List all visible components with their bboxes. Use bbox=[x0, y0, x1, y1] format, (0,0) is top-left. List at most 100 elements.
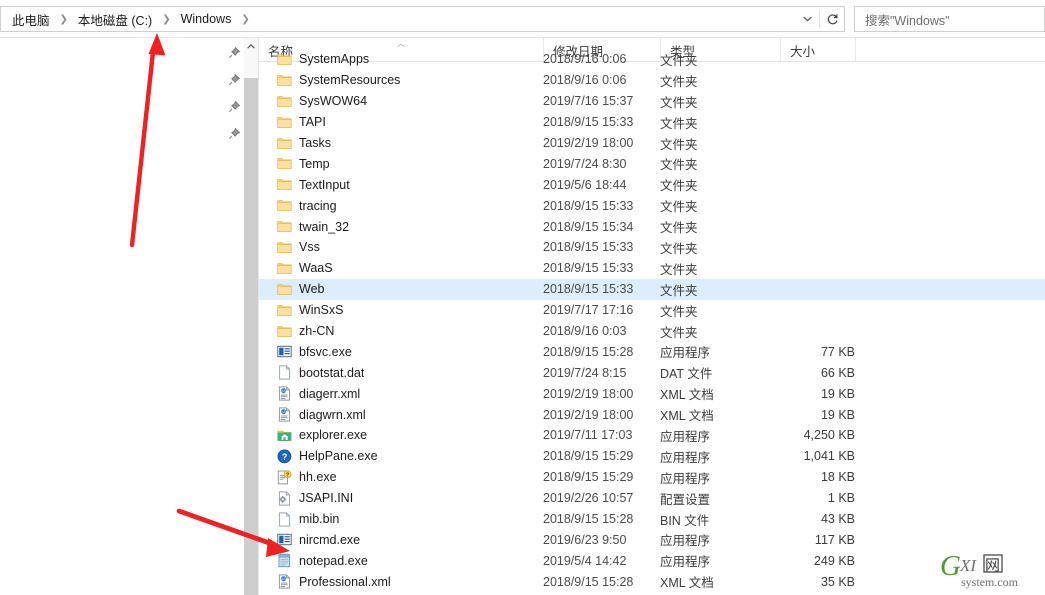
file-name-label: zh-CN bbox=[299, 324, 335, 339]
file-size-cell: 43 KB bbox=[820, 512, 855, 527]
scrollbar-track[interactable] bbox=[244, 55, 258, 78]
file-name-cell[interactable]: WinSxS bbox=[277, 300, 542, 321]
file-type-cell: 文件夹 bbox=[660, 116, 698, 131]
svg-text:</>: </> bbox=[282, 577, 287, 581]
file-name-cell[interactable]: ? HelpPane.exe bbox=[277, 446, 542, 467]
table-row[interactable]: Tasks 2019/2/19 18:00 文件夹 bbox=[259, 133, 1045, 154]
table-row[interactable]: explorer.exe 2019/7/11 17:03 应用程序 4,250 KB bbox=[259, 425, 1045, 446]
date-modified-cell: 2019/5/4 14:42 bbox=[543, 553, 627, 568]
table-row[interactable]: JSAPI.INI 2019/2/26 10:57 配置设置 1 KB bbox=[259, 488, 1045, 509]
table-row[interactable]: twain_32 2018/9/15 15:34 文件夹 bbox=[259, 216, 1045, 237]
folder-icon bbox=[277, 219, 292, 234]
chevron-down-icon[interactable] bbox=[795, 7, 819, 31]
file-name-cell[interactable]: </> Professional.xml bbox=[277, 571, 542, 592]
file-type-cell: BIN 文件 bbox=[660, 513, 710, 528]
file-name-cell[interactable]: WaaS bbox=[277, 258, 542, 279]
table-row[interactable]: bootstat.dat 2019/7/24 8:15 DAT 文件 66 KB bbox=[259, 362, 1045, 383]
file-name-cell[interactable]: Vss bbox=[277, 237, 542, 258]
table-row[interactable]: TextInput 2019/5/6 18:44 文件夹 bbox=[259, 174, 1045, 195]
file-name-cell[interactable]: SysWOW64 bbox=[277, 91, 542, 112]
table-row[interactable]: nircmd.exe 2019/6/23 9:50 应用程序 117 KB bbox=[259, 529, 1045, 550]
file-name-cell[interactable]: tracing bbox=[277, 195, 542, 216]
file-type-cell: 应用程序 bbox=[660, 534, 711, 549]
scrollbar-thumb[interactable] bbox=[244, 78, 258, 595]
date-modified-cell: 2018/9/16 0:06 bbox=[543, 73, 627, 88]
file-name-cell[interactable]: SystemResources bbox=[277, 70, 542, 91]
table-row[interactable]: Vss 2018/9/15 15:33 文件夹 bbox=[259, 237, 1045, 258]
table-row[interactable]: TAPI 2018/9/15 15:33 文件夹 bbox=[259, 112, 1045, 133]
refresh-icon[interactable] bbox=[820, 7, 844, 31]
address-bar-field[interactable]: 此电脑 ❯ 本地磁盘 (C:) ❯ Windows ❯ bbox=[0, 6, 845, 32]
file-name-cell[interactable]: </> diagwrn.xml bbox=[277, 404, 542, 425]
file-name-cell[interactable]: Tasks bbox=[277, 133, 542, 154]
folder-icon bbox=[277, 136, 292, 151]
table-row[interactable]: Web 2018/9/15 15:33 文件夹 bbox=[259, 278, 1045, 300]
date-modified-cell: 2019/6/23 9:50 bbox=[543, 532, 627, 547]
file-name-cell[interactable]: SystemApps bbox=[277, 49, 542, 70]
file-name-cell[interactable]: zh-CN bbox=[277, 321, 542, 342]
file-name-cell[interactable]: notepad.exe bbox=[277, 550, 542, 571]
file-size-cell: 77 KB bbox=[820, 344, 855, 359]
xml-file-icon: </> bbox=[277, 574, 292, 589]
table-row[interactable]: SystemApps 2018/9/16 0:06 文件夹 bbox=[259, 49, 1045, 70]
breadcrumb-separator-icon: ❯ bbox=[241, 13, 250, 25]
table-row[interactable]: zh-CN 2018/9/16 0:03 文件夹 bbox=[259, 321, 1045, 342]
file-name-cell[interactable]: ? hh.exe bbox=[277, 467, 542, 488]
file-name-cell[interactable]: JSAPI.INI bbox=[277, 488, 542, 509]
table-row[interactable]: bfsvc.exe 2018/9/15 15:28 应用程序 77 KB bbox=[259, 341, 1045, 362]
table-row[interactable]: </> Professional.xml 2018/9/15 15:28 XML 文档… bbox=[259, 571, 1045, 592]
date-modified-cell: 2018/9/16 0:03 bbox=[543, 324, 627, 339]
pin-icon[interactable] bbox=[228, 73, 241, 86]
file-size-cell: 1,041 KB bbox=[803, 449, 855, 464]
date-modified-cell: 2018/9/15 15:33 bbox=[543, 282, 634, 297]
vertical-scrollbar[interactable] bbox=[244, 38, 258, 595]
application-icon bbox=[277, 344, 292, 359]
folder-icon bbox=[277, 52, 292, 67]
table-row[interactable]: ? hh.exe 2018/9/15 15:29 应用程序 18 KB bbox=[259, 467, 1045, 488]
table-row[interactable]: tracing 2018/9/15 15:33 文件夹 bbox=[259, 195, 1045, 216]
file-name-cell[interactable]: bfsvc.exe bbox=[277, 341, 542, 362]
file-name-cell[interactable]: bootstat.dat bbox=[277, 362, 542, 383]
file-name-label: twain_32 bbox=[299, 219, 350, 234]
table-row[interactable]: SysWOW64 2019/7/16 15:37 文件夹 bbox=[259, 91, 1045, 112]
file-name-cell[interactable]: twain_32 bbox=[277, 216, 542, 237]
pin-icon[interactable] bbox=[228, 100, 241, 113]
table-row[interactable]: ? HelpPane.exe 2018/9/15 15:29 应用程序 1,041 KB bbox=[259, 446, 1045, 467]
breadcrumb-item-local-disk-c[interactable]: 本地磁盘 (C:) bbox=[75, 9, 155, 30]
file-name-cell[interactable]: mib.bin bbox=[277, 509, 542, 530]
table-row[interactable]: </> diagwrn.xml 2019/2/19 18:00 XML 文档 19 KB bbox=[259, 404, 1045, 425]
scroll-up-arrow-icon[interactable] bbox=[244, 38, 258, 55]
file-name-label: mib.bin bbox=[299, 512, 340, 527]
pin-icon[interactable] bbox=[228, 127, 241, 140]
table-row[interactable]: SystemResources 2018/9/16 0:06 文件夹 bbox=[259, 70, 1045, 91]
breadcrumb-item-windows[interactable]: Windows bbox=[178, 11, 235, 27]
file-name-cell[interactable]: </> diagerr.xml bbox=[277, 383, 542, 404]
file-type-cell: 文件夹 bbox=[660, 200, 698, 215]
breadcrumb-item-this-pc[interactable]: 此电脑 bbox=[9, 9, 53, 30]
date-modified-cell: 2019/7/24 8:15 bbox=[543, 365, 627, 380]
date-modified-cell: 2018/9/15 15:29 bbox=[543, 470, 634, 485]
table-row[interactable]: WinSxS 2019/7/17 17:16 文件夹 bbox=[259, 300, 1045, 321]
table-row[interactable]: </> diagerr.xml 2019/2/19 18:00 XML 文档 19 KB bbox=[259, 383, 1045, 404]
table-row[interactable]: WaaS 2018/9/15 15:33 文件夹 bbox=[259, 258, 1045, 279]
file-type-cell: 文件夹 bbox=[660, 137, 698, 152]
pin-icon[interactable] bbox=[228, 46, 241, 59]
file-name-cell[interactable]: explorer.exe bbox=[277, 425, 542, 446]
date-modified-cell: 2019/7/16 15:37 bbox=[543, 94, 634, 109]
file-name-label: notepad.exe bbox=[299, 553, 368, 568]
date-modified-cell: 2018/9/16 0:06 bbox=[543, 52, 627, 67]
file-name-cell[interactable]: Web bbox=[277, 279, 542, 300]
table-row[interactable]: Temp 2019/7/24 8:30 文件夹 bbox=[259, 153, 1045, 174]
date-modified-cell: 2018/9/15 15:29 bbox=[543, 449, 634, 464]
search-input[interactable]: 搜索"Windows" bbox=[854, 6, 1045, 32]
file-name-cell[interactable]: Temp bbox=[277, 153, 542, 174]
file-name-cell[interactable]: TextInput bbox=[277, 174, 542, 195]
table-row[interactable]: notepad.exe 2019/5/4 14:42 应用程序 249 KB bbox=[259, 550, 1045, 571]
file-name-cell[interactable]: nircmd.exe bbox=[277, 529, 542, 550]
svg-text:?: ? bbox=[282, 452, 288, 462]
folder-icon bbox=[277, 198, 292, 213]
file-name-cell[interactable]: TAPI bbox=[277, 112, 542, 133]
table-row[interactable]: mib.bin 2018/9/15 15:28 BIN 文件 43 KB bbox=[259, 509, 1045, 530]
date-modified-cell: 2019/2/19 18:00 bbox=[543, 407, 634, 422]
date-modified-cell: 2018/9/15 15:33 bbox=[543, 240, 634, 255]
